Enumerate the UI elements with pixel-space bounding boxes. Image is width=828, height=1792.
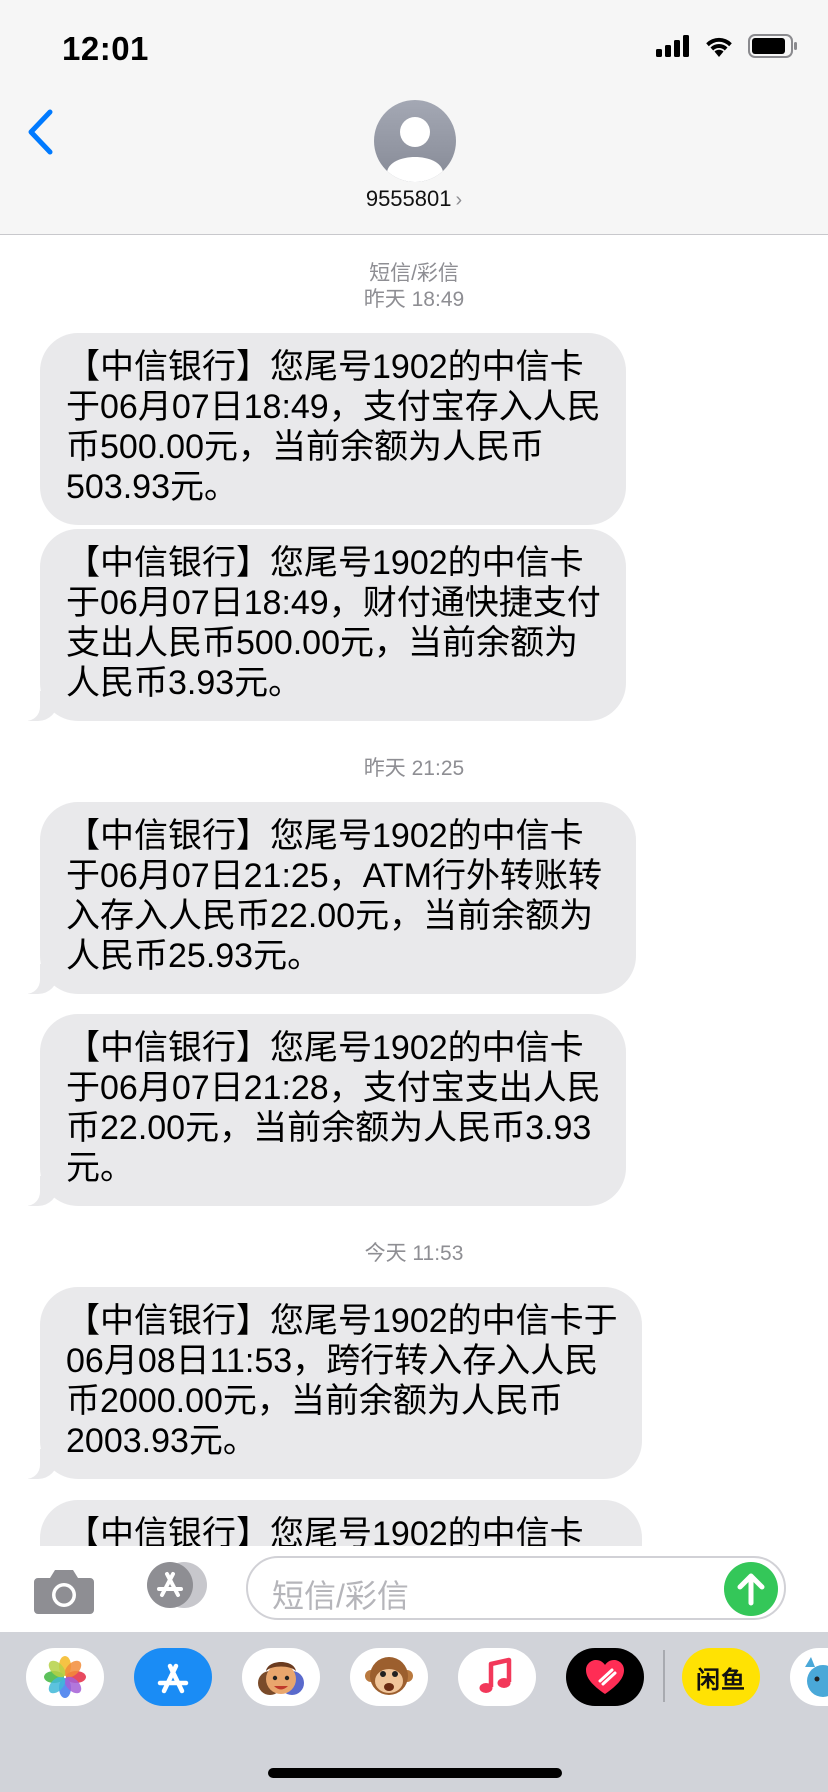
- timestamp: 今天 11:53: [364, 1242, 464, 1265]
- conversation-header: 9555801 ›: [0, 100, 828, 235]
- chevron-right-icon: ›: [455, 189, 463, 211]
- drawer-divider: [663, 1650, 665, 1702]
- message-text: 【中信银行】您尾号1902的中信卡于06月07日18:49，财付通快捷支付支出人…: [66, 544, 601, 702]
- heart-app-button[interactable]: [566, 1648, 644, 1706]
- status-time: 12:01: [62, 30, 149, 67]
- app-store-icon: [157, 1663, 189, 1694]
- home-indicator[interactable]: [268, 1768, 562, 1778]
- message-bubble[interactable]: 【中信银行】您尾号1902的中信卡于06月07日21:28，支付宝支出人民币22…: [18, 1014, 626, 1206]
- xianyu-logo: 闲鱼: [696, 1666, 746, 1694]
- wifi-icon: [706, 37, 732, 57]
- camera-icon: [34, 1570, 94, 1614]
- message-text: 【中信银行】您尾号1902的中信卡于06月07日18:49，支付宝存入人民币50…: [66, 348, 601, 506]
- photos-icon: [44, 1656, 86, 1698]
- send-button[interactable]: [724, 1562, 778, 1616]
- camera-button[interactable]: [32, 1566, 98, 1616]
- app-store-button[interactable]: [140, 1560, 210, 1610]
- cellular-signal-icon: [656, 35, 689, 57]
- message-bubble[interactable]: 【中信银行】您尾号1902的中信卡: [40, 1500, 642, 1546]
- message-text: 【中信银行】您尾号1902的中信卡于06月07日21:28，支付宝支出人民币22…: [66, 1029, 601, 1187]
- message-bubble[interactable]: 【中信银行】您尾号1902的中信卡于06月07日21:25，ATM行外转账转入存…: [18, 802, 636, 994]
- battery-icon: [748, 34, 797, 58]
- back-button[interactable]: [20, 104, 60, 160]
- message-bubble[interactable]: 【中信银行】您尾号1902的中信卡于06月08日11:53，跨行转入存入人民币2…: [18, 1287, 642, 1479]
- message-list[interactable]: 短信/彩信 昨天 18:49 【中信银行】您尾号1902的中信卡于06月07日1…: [0, 234, 828, 1546]
- memoji-icon: [258, 1662, 304, 1695]
- contact-number: 9555801: [365, 186, 452, 211]
- partial-app-button[interactable]: [790, 1648, 828, 1706]
- cartoon-icon: [805, 1657, 828, 1697]
- contact-avatar[interactable]: [374, 100, 456, 182]
- message-text: 【中信银行】您尾号1902的中信卡于06月07日21:25，ATM行外转账转入存…: [66, 817, 602, 975]
- timestamp: 昨天 18:49: [363, 288, 465, 311]
- message-input[interactable]: 短信/彩信: [246, 1556, 786, 1620]
- service-label: 短信/彩信: [369, 262, 459, 285]
- animoji-app-button[interactable]: [350, 1648, 428, 1706]
- message-text: 【中信银行】您尾号1902的中信卡: [66, 1515, 584, 1546]
- memoji-app-button[interactable]: [242, 1648, 320, 1706]
- music-app-button[interactable]: [458, 1648, 536, 1706]
- heart-icon: [586, 1660, 624, 1694]
- status-icons: [656, 34, 798, 58]
- arrow-up-icon: [737, 1573, 765, 1606]
- app-drawer: 闲鱼: [0, 1632, 828, 1792]
- message-bubble[interactable]: 【中信银行】您尾号1902的中信卡于06月07日18:49，支付宝存入人民币50…: [40, 333, 626, 525]
- timestamp: 昨天 21:25: [363, 757, 465, 780]
- app-store-app-button[interactable]: [134, 1648, 212, 1706]
- message-text: 【中信银行】您尾号1902的中信卡于06月08日11:53，跨行转入存入人民币2…: [66, 1302, 618, 1460]
- contact-name[interactable]: 9555801 ›: [0, 186, 828, 212]
- input-placeholder: 短信/彩信: [272, 1578, 409, 1614]
- message-bubble[interactable]: 【中信银行】您尾号1902的中信卡于06月07日18:49，财付通快捷支付支出人…: [18, 529, 626, 721]
- xianyu-app-button[interactable]: 闲鱼: [682, 1648, 760, 1706]
- chevron-left-icon: [28, 109, 53, 155]
- monkey-icon: [365, 1657, 413, 1695]
- compose-bar: 短信/彩信: [0, 1546, 828, 1632]
- status-bar: 12:01: [0, 0, 828, 100]
- apps-icon: [147, 1562, 207, 1608]
- music-note-icon: [479, 1657, 512, 1693]
- person-icon: [387, 117, 443, 182]
- photos-app-button[interactable]: [26, 1648, 104, 1706]
